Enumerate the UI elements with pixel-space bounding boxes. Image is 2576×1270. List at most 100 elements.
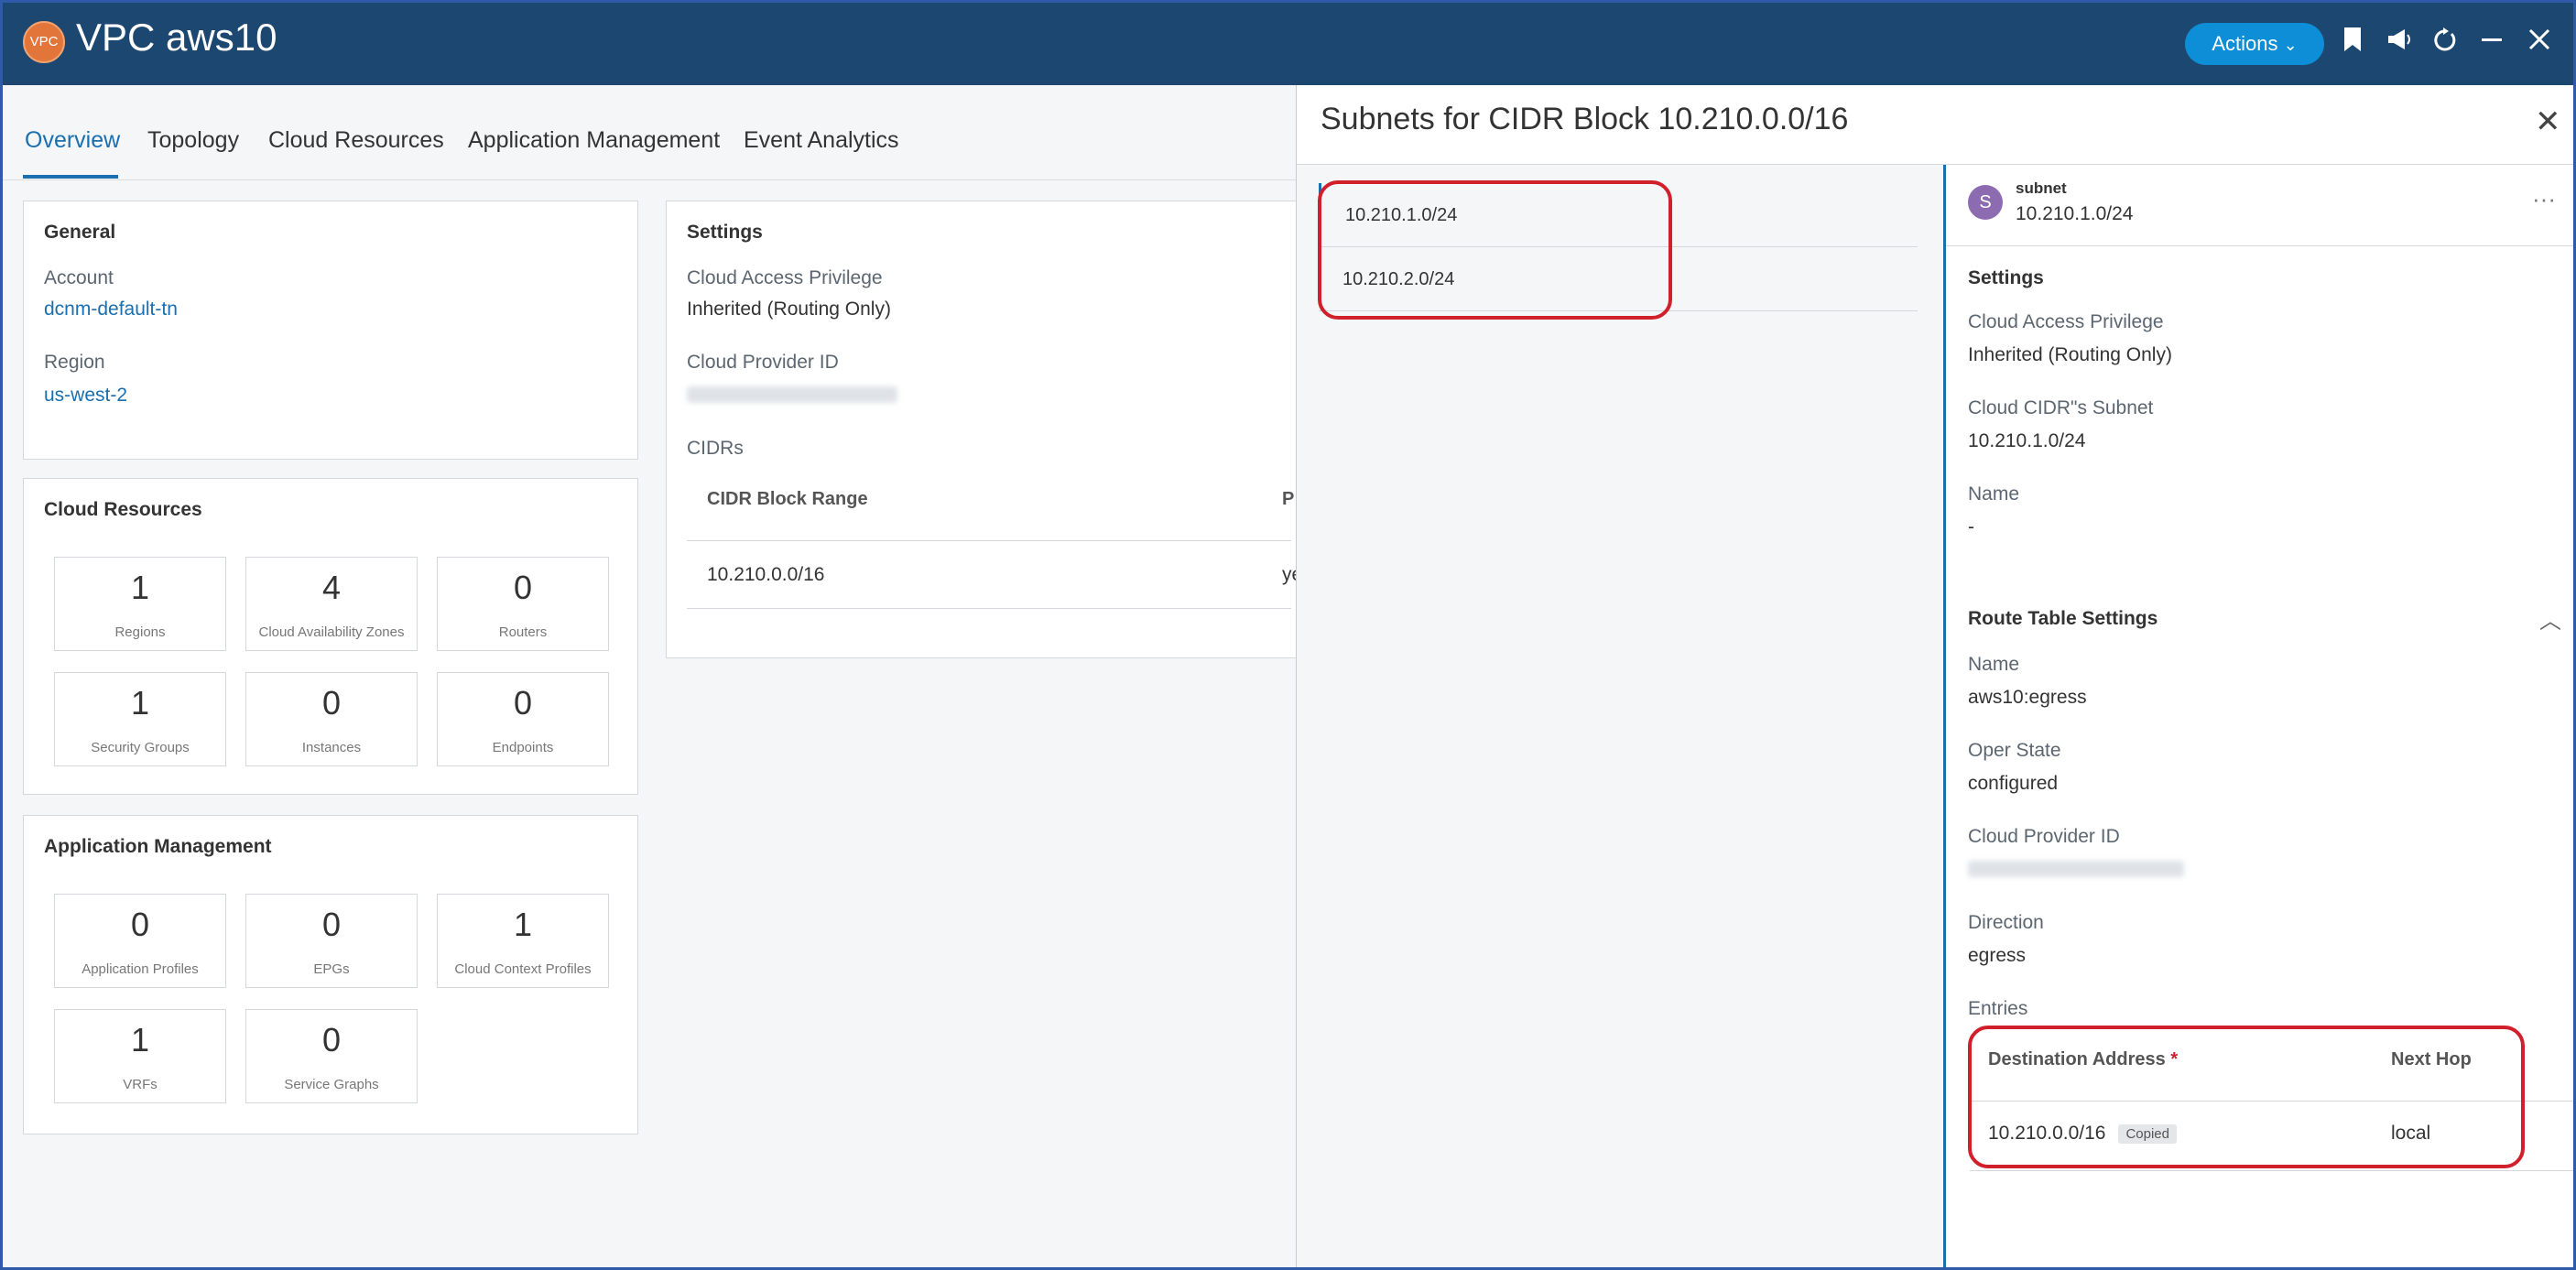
tile-value: 1 — [513, 906, 533, 943]
tile-endpoints[interactable]: 0 Endpoints — [437, 672, 609, 766]
chevron-down-icon: ⌄ — [2283, 36, 2298, 54]
direction-label: Direction — [1968, 912, 2044, 933]
tile-label: Routers — [498, 624, 548, 640]
tile-value: 0 — [513, 569, 533, 606]
tile-label: EPGs — [313, 961, 350, 977]
tile-label: Instances — [301, 740, 362, 755]
tile-value: 4 — [321, 569, 342, 606]
account-link[interactable]: dcnm-default-tn — [44, 299, 178, 320]
tile-value: 0 — [321, 1021, 342, 1058]
tile-value: 1 — [130, 1021, 150, 1058]
tile-cloud-context-profiles[interactable]: 1 Cloud Context Profiles — [437, 894, 609, 988]
tile-label: VRFs — [123, 1077, 158, 1092]
cloud-access-privilege-value: Inherited (Routing Only) — [687, 299, 891, 320]
chevron-up-icon[interactable]: ︿ — [2539, 602, 2561, 635]
cidr-row-value: 10.210.0.0/16 — [707, 564, 825, 585]
tile-value: 1 — [130, 684, 150, 722]
cloud-access-privilege-label: Cloud Access Privilege — [1968, 311, 2164, 332]
app-header: VPC VPC aws10 Actions ⌄ — [3, 3, 2573, 85]
region-link[interactable]: us-west-2 — [44, 385, 127, 407]
actions-button[interactable]: Actions ⌄ — [2185, 23, 2324, 65]
settings-title: Settings — [687, 222, 763, 243]
settings-card: Settings Cloud Access Privilege Inherite… — [666, 201, 1307, 658]
general-card: General Account dcnm-default-tn Region u… — [23, 201, 638, 460]
more-icon[interactable]: ··· — [2532, 185, 2556, 213]
avatar: S — [1968, 185, 2003, 220]
tile-label: Cloud Availability Zones — [258, 624, 405, 640]
name-label: Name — [1968, 483, 2020, 505]
application-management-title: Application Management — [44, 836, 272, 857]
entries-divider — [1970, 1170, 2573, 1171]
cloud-resources-title: Cloud Resources — [44, 499, 202, 520]
table-divider — [687, 608, 1291, 609]
page-title: VPC aws10 — [76, 16, 277, 59]
tab-bar: Overview Topology Cloud Resources Applic… — [3, 85, 1296, 180]
oper-state-label: Oper State — [1968, 740, 2061, 761]
entries-label: Entries — [1968, 998, 2028, 1019]
tile-regions[interactable]: 1 Regions — [54, 557, 226, 651]
tab-event-analytics[interactable]: Event Analytics — [744, 127, 899, 154]
tile-value: 0 — [513, 684, 533, 722]
subnet-list: 10.210.1.0/24 10.210.2.0/24 — [1297, 165, 1943, 1267]
tab-application-management[interactable]: Application Management — [468, 127, 720, 154]
tile-value: 0 — [321, 684, 342, 722]
megaphone-icon[interactable] — [2384, 27, 2417, 60]
vpc-logo: VPC — [23, 21, 65, 63]
subnet-detail: S subnet 10.210.1.0/24 ··· Settings Clou… — [1943, 165, 2573, 1267]
cidr-block-range-header[interactable]: CIDR Block Range — [707, 489, 868, 510]
tile-label: Security Groups — [91, 740, 190, 755]
tile-vrfs[interactable]: 1 VRFs — [54, 1009, 226, 1103]
general-title: General — [44, 222, 116, 243]
tile-routers[interactable]: 0 Routers — [437, 557, 609, 651]
minimize-icon[interactable] — [2475, 27, 2508, 60]
oper-state-value: configured — [1968, 773, 2059, 794]
cloud-resources-card: Cloud Resources 1 Regions 4 Cloud Availabi… — [23, 478, 638, 795]
actions-label: Actions — [2212, 32, 2278, 55]
panel-title: Subnets for CIDR Block 10.210.0.0/16 — [1321, 102, 1849, 136]
tile-label: Application Profiles — [82, 961, 199, 977]
cloud-access-privilege-value: Inherited (Routing Only) — [1968, 344, 2172, 365]
tab-topology[interactable]: Topology — [147, 127, 239, 154]
tile-value: 0 — [321, 906, 342, 943]
detail-settings-title: Settings — [1968, 267, 2044, 288]
highlight-box — [1968, 1026, 2525, 1168]
route-table-name-label: Name — [1968, 654, 2020, 675]
tile-value: 1 — [130, 569, 150, 606]
cloud-provider-id-redacted — [1968, 861, 2184, 877]
tab-overview[interactable]: Overview — [25, 127, 120, 154]
tile-label: Cloud Context Profiles — [454, 961, 592, 977]
application-management-card: Application Management 0 Application Prof… — [23, 815, 638, 1134]
bookmark-icon[interactable] — [2336, 27, 2369, 60]
direction-value: egress — [1968, 945, 2027, 966]
region-label: Region — [44, 352, 105, 373]
cloud-cidr-subnet-value: 10.210.1.0/24 — [1968, 430, 2086, 451]
cidrs-label: CIDRs — [687, 438, 744, 459]
route-table-settings-title: Route Table Settings — [1968, 608, 2158, 629]
tab-cloud-resources[interactable]: Cloud Resources — [268, 127, 444, 154]
cloud-provider-id-redacted — [687, 386, 897, 403]
tile-security-groups[interactable]: 1 Security Groups — [54, 672, 226, 766]
cloud-provider-id-label: Cloud Provider ID — [687, 352, 839, 373]
close-icon[interactable] — [2523, 27, 2556, 60]
table-divider — [687, 540, 1291, 541]
close-icon[interactable]: ✕ — [2535, 103, 2561, 140]
tile-application-profiles[interactable]: 0 Application Profiles — [54, 894, 226, 988]
tile-epgs[interactable]: 0 EPGs — [245, 894, 418, 988]
detail-type: subnet — [2016, 179, 2067, 197]
tile-label: Regions — [114, 624, 166, 640]
cloud-provider-id-label: Cloud Provider ID — [1968, 826, 2120, 847]
tile-value: 0 — [130, 906, 150, 943]
app-window: VPC VPC aws10 Actions ⌄ Overview Topolog… — [0, 0, 2576, 1270]
primary-header[interactable]: P — [1282, 489, 1294, 510]
name-value: - — [1968, 516, 1974, 537]
tile-service-graphs[interactable]: 0 Service Graphs — [245, 1009, 418, 1103]
tile-label: Endpoints — [492, 740, 554, 755]
refresh-icon[interactable] — [2428, 27, 2461, 60]
active-tab-indicator — [23, 175, 118, 179]
tile-availability-zones[interactable]: 4 Cloud Availability Zones — [245, 557, 418, 651]
detail-name: 10.210.1.0/24 — [2016, 203, 2134, 224]
detail-divider — [1946, 245, 2573, 246]
cloud-cidr-subnet-label: Cloud CIDR"s Subnet — [1968, 397, 2154, 418]
tile-label: Service Graphs — [284, 1077, 379, 1092]
tile-instances[interactable]: 0 Instances — [245, 672, 418, 766]
